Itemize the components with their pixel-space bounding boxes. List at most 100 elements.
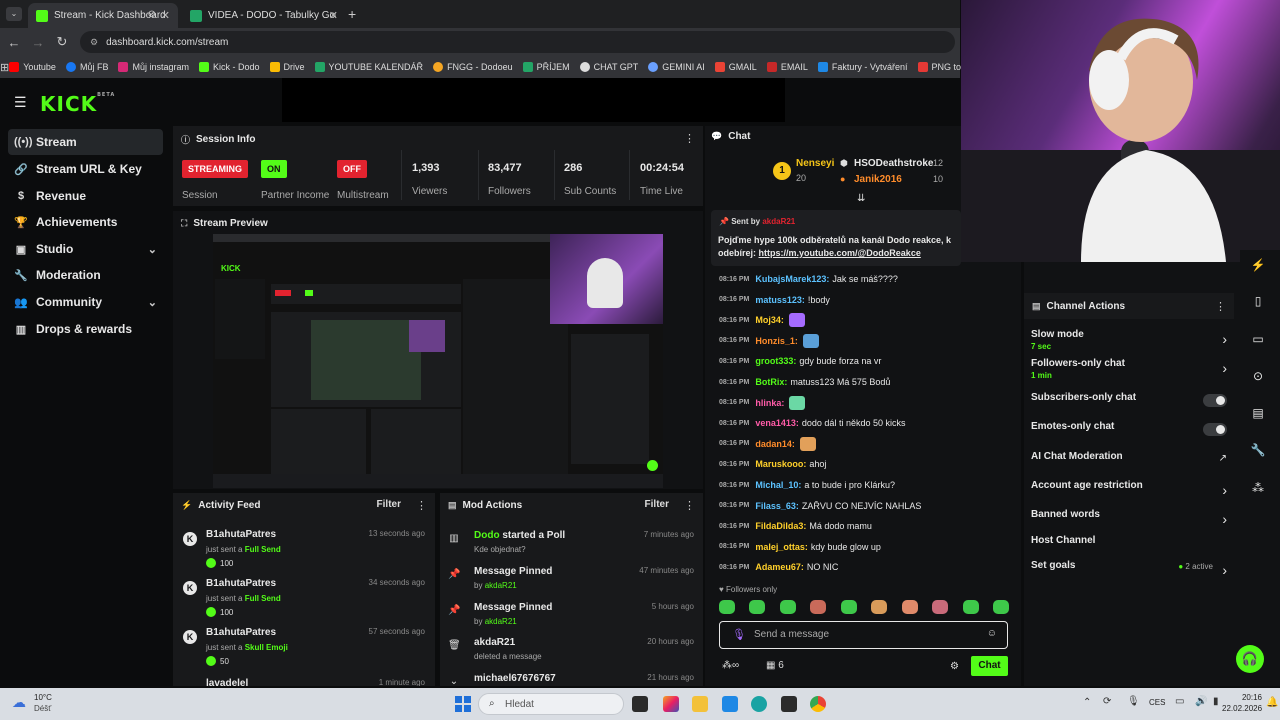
chat-username[interactable]: dadan14: xyxy=(755,439,795,449)
bookmark-gemini[interactable]: GEMINI AI xyxy=(648,62,705,72)
channel-action-account-age-restriction[interactable]: Account age restriction › xyxy=(1031,480,1227,508)
bookmark-chatgpt[interactable]: CHAT GPT xyxy=(579,62,638,72)
chat-input[interactable]: 🎙 Send a message ☺ xyxy=(719,621,1008,649)
emote-icon[interactable] xyxy=(901,600,918,614)
channel-action-host-channel[interactable]: Host Channel xyxy=(1031,535,1227,563)
chat-message[interactable]: 08:16 PM Honzis_1: xyxy=(719,332,1014,350)
sidebar-item-community[interactable]: 👥 Community ⌄ xyxy=(8,289,163,315)
chat-message[interactable]: 08:16 PM Maruskooo: ahoj xyxy=(719,455,1014,473)
leader-1-name[interactable]: Nenseyi xyxy=(796,158,834,169)
chat-message[interactable]: 08:16 PM BotRix: matuss123 Má 575 Bodů xyxy=(719,373,1014,391)
sidebar-item-drops-rewards[interactable]: ▥ Drops & rewards xyxy=(8,316,163,342)
channel-action-set-goals[interactable]: Set goals › ● 2 active xyxy=(1031,560,1227,588)
more-options-icon[interactable]: ⋮ xyxy=(416,499,427,512)
sidebar-item-achievements[interactable]: 🏆 Achievements xyxy=(8,209,163,235)
sidebar-item-studio[interactable]: ▣ Studio ⌄ xyxy=(8,236,163,262)
more-options-icon[interactable]: ⋮ xyxy=(1215,300,1226,313)
clock-date[interactable]: 22.02.2026 xyxy=(1222,704,1262,713)
chat-username[interactable]: hlinka: xyxy=(755,398,784,408)
chat-username[interactable]: FildaDilda3: xyxy=(755,521,806,531)
chat-message[interactable]: 08:16 PM Moj34: xyxy=(719,311,1014,329)
tab-list-icon[interactable]: ⌄ xyxy=(6,7,22,21)
chat-message[interactable]: 08:16 PM groot333: gdy bude forza na vr xyxy=(719,352,1014,370)
mute-tab-icon[interactable]: ⊘ xyxy=(148,9,156,20)
close-tab-icon[interactable]: ✕ xyxy=(161,9,170,22)
chat-message[interactable]: 08:16 PM dadan14: xyxy=(719,435,1014,453)
sidebar-item-revenue[interactable]: $ Revenue xyxy=(8,183,163,209)
menu-icon[interactable]: ☰ xyxy=(14,94,27,111)
chat-username[interactable]: KubajsMarek123: xyxy=(755,274,829,284)
emote-icon[interactable] xyxy=(962,600,979,614)
emote-icon[interactable] xyxy=(932,600,949,614)
more-options-icon[interactable]: ⋮ xyxy=(684,499,695,512)
edge-icon[interactable] xyxy=(751,696,767,712)
chat-username[interactable]: malej_ottas: xyxy=(755,542,808,552)
clock-time[interactable]: 20:16 xyxy=(1232,693,1262,702)
forward-icon[interactable]: → xyxy=(26,35,50,50)
bookmark-email[interactable]: EMAIL xyxy=(766,62,808,72)
bookmark-fngg[interactable]: FNGG - Dodoeu xyxy=(433,62,513,72)
chat-username[interactable]: vena1413: xyxy=(755,418,799,428)
chat-message[interactable]: 08:16 PM malej_ottas: kdy bude glow up xyxy=(719,538,1014,556)
emote-icon[interactable] xyxy=(992,600,1009,614)
channel-action-slow-mode[interactable]: Slow mode 7 sec › xyxy=(1031,329,1227,357)
pinned-link[interactable]: https://m.youtube.com/@DodoReakce xyxy=(759,248,921,258)
sidebar-item-stream-url-key[interactable]: 🔗 Stream URL & Key xyxy=(8,156,163,182)
sidebar-item-moderation[interactable]: 🔧 Moderation xyxy=(8,262,163,288)
emoji-picker-icon[interactable]: ☺ xyxy=(987,628,997,639)
expand-leaderboard-icon[interactable]: ⇊ xyxy=(857,193,865,204)
broadcast-icon[interactable]: ⊙ xyxy=(1246,364,1270,388)
kick-logo[interactable]: KICKBETA xyxy=(40,92,115,116)
mod-filter-button[interactable]: Filter xyxy=(645,499,669,510)
notification-bell-icon[interactable]: 🔔 xyxy=(1266,697,1278,708)
close-tab-icon[interactable]: ✕ xyxy=(329,9,338,22)
wrench-icon[interactable]: 🔧 xyxy=(1246,438,1270,462)
chat-message[interactable]: 08:16 PM KubajsMarek123: Jak se máš???? xyxy=(719,270,1014,288)
weather-desc[interactable]: Déšť xyxy=(34,704,51,713)
chat-username[interactable]: Maruskooo: xyxy=(755,459,806,469)
battery-icon[interactable]: ▮ xyxy=(1213,696,1219,707)
chat-message[interactable]: 08:16 PM Adameu67: NO NIC xyxy=(719,558,1014,576)
sync-icon[interactable]: ⟳ xyxy=(1103,696,1111,707)
chat-username[interactable]: Adameu67: xyxy=(755,562,804,572)
chat-username[interactable]: matuss123: xyxy=(755,295,805,305)
reload-icon[interactable]: ↻ xyxy=(50,34,74,50)
channel-action-subscribers-only-chat[interactable]: Subscribers-only chat xyxy=(1031,392,1227,420)
stack-icon[interactable]: ▤ xyxy=(1246,401,1270,425)
chat-bubble-icon[interactable]: ▭ xyxy=(1246,327,1270,351)
windows-start-icon[interactable] xyxy=(455,696,471,712)
bookmark-instagram[interactable]: Můj instagram xyxy=(118,62,189,72)
channel-action-banned-words[interactable]: Banned words › xyxy=(1031,509,1227,537)
users-infinite-icon[interactable]: ⁂∞ xyxy=(722,660,739,671)
chrome-icon[interactable] xyxy=(810,696,826,712)
chat-message[interactable]: 08:16 PM hlinka: xyxy=(719,394,1014,412)
channel-action-emotes-only-chat[interactable]: Emotes-only chat xyxy=(1031,421,1227,449)
bookmark-youtube[interactable]: Youtube xyxy=(9,62,56,72)
language-indicator[interactable]: CES xyxy=(1149,698,1165,707)
leader-2-name[interactable]: HSODeathstroke xyxy=(854,158,933,169)
bookmark-faktury[interactable]: Faktury - Vytváření xyxy=(817,62,908,72)
toggle-switch[interactable] xyxy=(1203,394,1227,407)
file-explorer-icon[interactable] xyxy=(692,696,708,712)
emote-icon[interactable] xyxy=(719,600,735,614)
chat-username[interactable]: Moj34: xyxy=(755,315,784,325)
emote-icon[interactable] xyxy=(749,600,766,614)
bookmark-fb[interactable]: Můj FB xyxy=(65,62,108,72)
browser-tab-sheets[interactable]: VIDEA - DODO - Tabulky Googl ✕ xyxy=(182,3,346,28)
toggle-switch[interactable] xyxy=(1203,423,1227,436)
site-info-icon[interactable]: ⚙ xyxy=(90,37,98,48)
chat-username[interactable]: Michal_10: xyxy=(755,480,801,490)
chat-settings-gear-icon[interactable]: ⚙ xyxy=(950,661,959,672)
microphone-icon[interactable]: 🎙 xyxy=(732,628,746,641)
document-icon[interactable]: ▯ xyxy=(1246,289,1270,313)
bookmark-youtube-calendar[interactable]: YOUTUBE KALENDÁŘ xyxy=(314,62,423,72)
channel-action-ai-chat-moderation[interactable]: AI Chat Moderation ↗ xyxy=(1031,451,1227,479)
emote-icon[interactable] xyxy=(871,600,888,614)
more-options-icon[interactable]: ⋮ xyxy=(684,132,695,145)
chevron-up-icon[interactable]: ⌃ xyxy=(1083,697,1091,708)
browser-tab-kick-dashboard[interactable]: Stream - Kick Dashboard ⊘ ✕ xyxy=(28,3,178,28)
task-view-icon[interactable] xyxy=(632,696,648,712)
chat-message[interactable]: 08:16 PM vena1413: dodo dál ti někdo 50 ki… xyxy=(719,414,1014,432)
mail-icon[interactable] xyxy=(722,696,738,712)
chat-message[interactable]: 08:16 PM Michal_10: a to bude i pro Klárku… xyxy=(719,476,1014,494)
